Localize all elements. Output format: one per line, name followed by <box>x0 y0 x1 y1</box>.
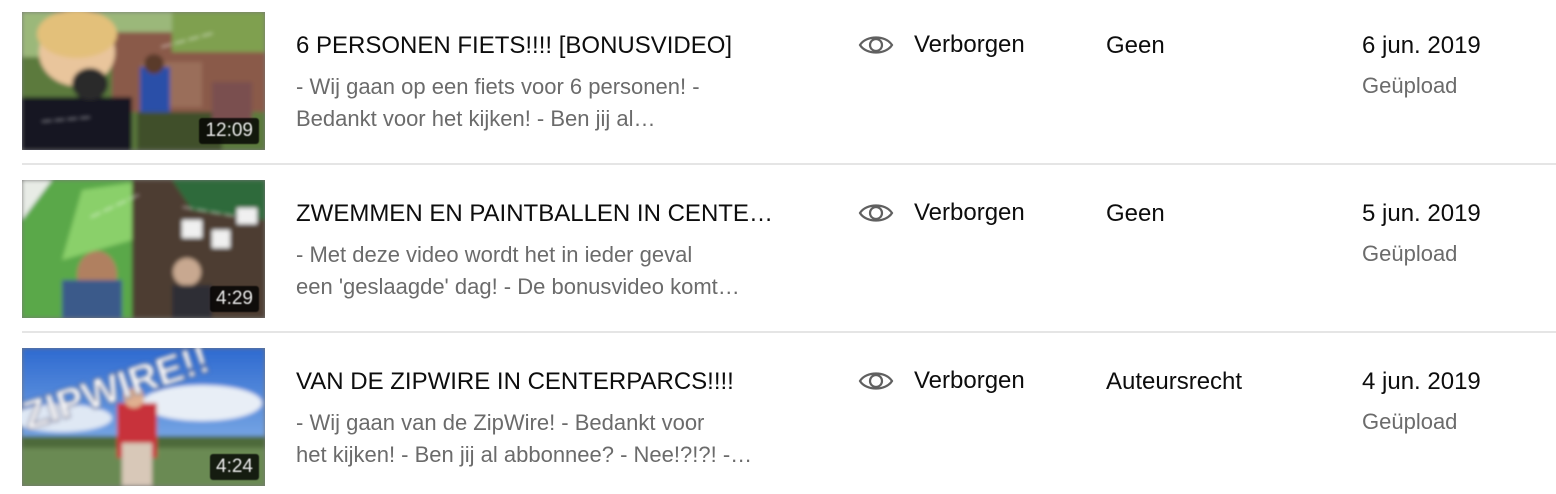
video-thumbnail[interactable]: — — — — — — — — 4:29 <box>22 180 265 318</box>
eye-icon <box>858 204 894 222</box>
video-thumbnail[interactable]: ZIPWIRE!! 4:24 <box>22 348 265 486</box>
restrictions-label[interactable]: Auteursrecht <box>1106 366 1242 398</box>
row-divider <box>22 163 1556 165</box>
visibility-cell[interactable]: Verborgen <box>858 196 1025 230</box>
video-description: - Met deze video wordt het in ieder geva… <box>296 239 781 303</box>
video-description: - Wij gaan van de ZipWire! - Bedankt voo… <box>296 407 781 471</box>
visibility-label: Verborgen <box>914 199 1025 226</box>
upload-date: 5 jun. 2019 <box>1362 200 1481 227</box>
description-line: - Wij gaan op een fiets voor 6 personen!… <box>296 74 700 99</box>
video-row[interactable]: — — — — — — — — 4:29 ZWEMMEN EN PAINTBAL… <box>0 168 1556 336</box>
eye-icon <box>858 36 894 54</box>
restrictions-label: Geen <box>1106 32 1165 59</box>
description-line: een 'geslaagde' dag! - De bonusvideo kom… <box>296 274 740 299</box>
video-description: - Wij gaan op een fiets voor 6 personen!… <box>296 71 781 135</box>
upload-date: 6 jun. 2019 <box>1362 32 1481 59</box>
description-line: het kijken! - Ben jij al abbonnee? - Nee… <box>296 442 753 467</box>
eye-icon <box>858 372 894 390</box>
video-row[interactable]: — — — — — — — — 12:09 6 PERSONEN FIETS!!… <box>0 0 1556 168</box>
video-list: — — — — — — — — 12:09 6 PERSONEN FIETS!!… <box>0 0 1556 494</box>
visibility-label: Verborgen <box>914 31 1025 58</box>
date-status: Geüpload <box>1362 241 1458 266</box>
duration-badge: 4:29 <box>210 286 259 312</box>
video-title[interactable]: ZWEMMEN EN PAINTBALLEN IN CENTE… <box>296 198 786 230</box>
upload-date: 4 jun. 2019 <box>1362 368 1481 395</box>
duration-badge: 12:09 <box>199 118 259 144</box>
video-title[interactable]: VAN DE ZIPWIRE IN CENTERPARCS!!!! <box>296 366 786 398</box>
video-row[interactable]: ZIPWIRE!! 4:24 VAN DE ZIPWIRE IN CENTERP… <box>0 336 1556 494</box>
date-status: Geüpload <box>1362 409 1458 434</box>
video-title[interactable]: 6 PERSONEN FIETS!!!! [BONUSVIDEO] <box>296 30 786 62</box>
visibility-cell[interactable]: Verborgen <box>858 364 1025 398</box>
visibility-label: Verborgen <box>914 367 1025 394</box>
row-divider <box>22 331 1556 333</box>
date-status: Geüpload <box>1362 73 1458 98</box>
video-thumbnail[interactable]: — — — — — — — — 12:09 <box>22 12 265 150</box>
description-line: - Wij gaan van de ZipWire! - Bedankt voo… <box>296 410 705 435</box>
description-line: - Met deze video wordt het in ieder geva… <box>296 242 693 267</box>
duration-badge: 4:24 <box>210 454 259 480</box>
restrictions-label: Geen <box>1106 200 1165 227</box>
description-line: Bedankt voor het kijken! - Ben jij al… <box>296 106 656 131</box>
visibility-cell[interactable]: Verborgen <box>858 28 1025 62</box>
